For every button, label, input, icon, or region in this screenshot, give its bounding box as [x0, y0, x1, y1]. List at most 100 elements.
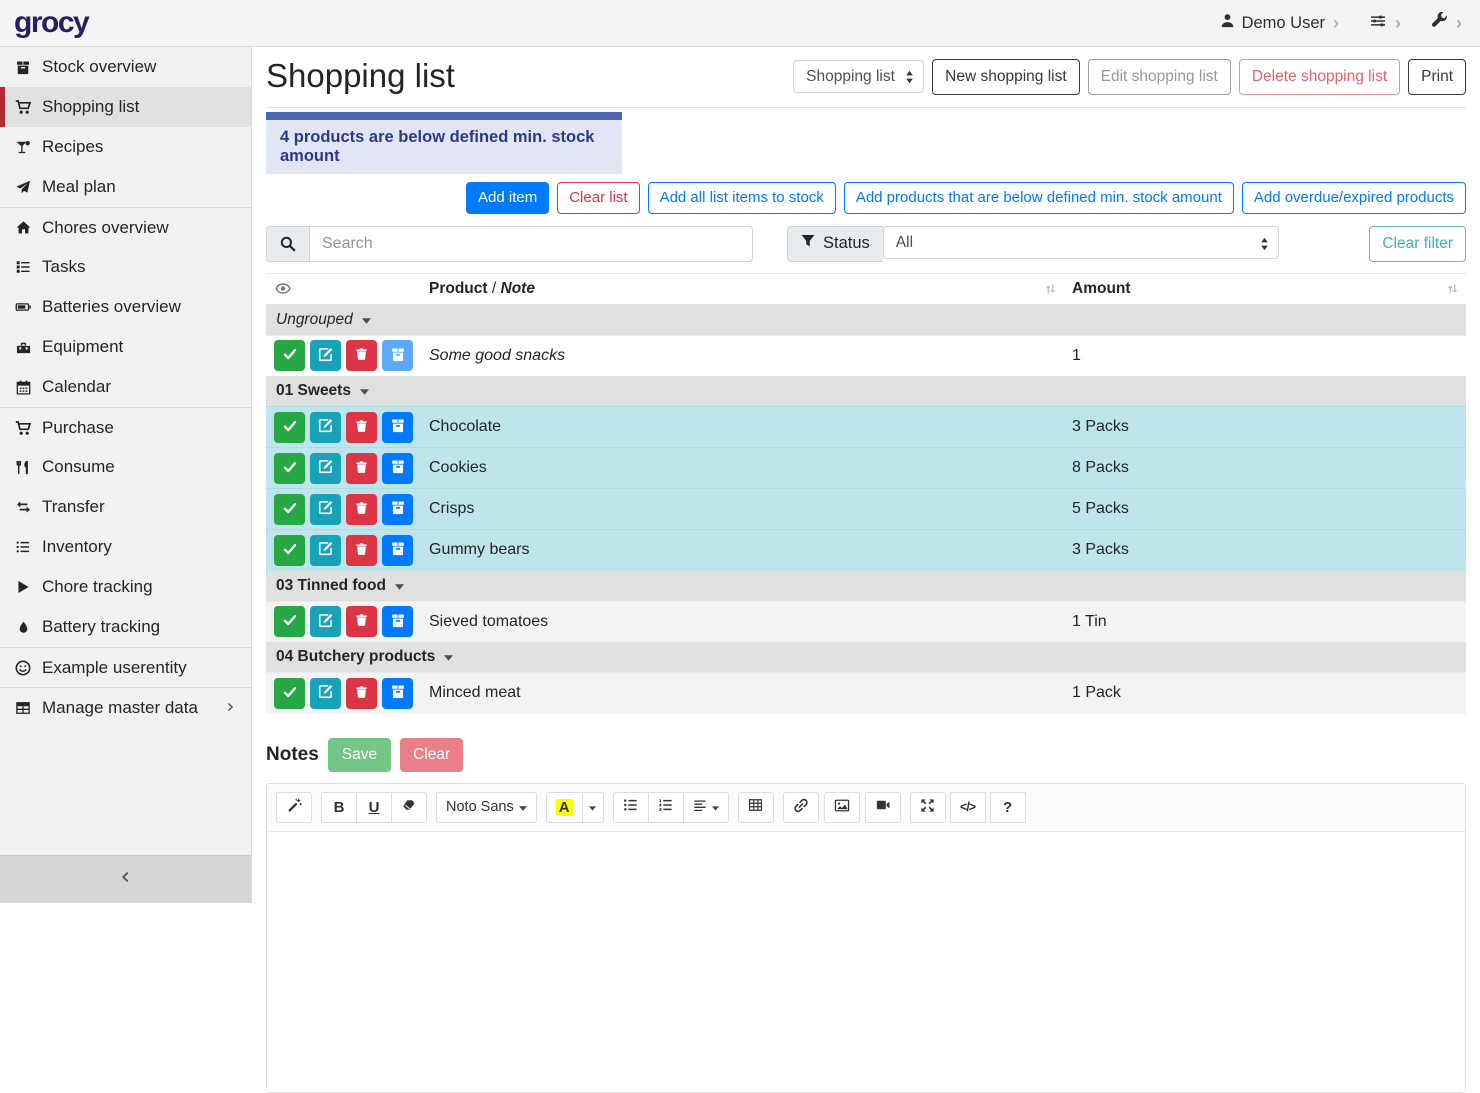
- delete-item-button[interactable]: [346, 606, 377, 637]
- edit-shopping-list-button[interactable]: Edit shopping list: [1088, 59, 1231, 95]
- remove-format-button[interactable]: [391, 792, 427, 823]
- app-logo[interactable]: grocy: [14, 6, 88, 40]
- add-overdue-button[interactable]: Add overdue/expired products: [1242, 182, 1466, 214]
- add-to-stock-button[interactable]: [382, 535, 413, 566]
- settings-menu[interactable]: ›: [1369, 13, 1401, 34]
- sidebar-item-battery-tracking[interactable]: Battery tracking: [0, 607, 251, 647]
- sidebar-item-meal-plan[interactable]: Meal plan: [0, 167, 251, 207]
- sidebar-item-manage-master-data[interactable]: Manage master data: [0, 687, 251, 727]
- notes-editor-content[interactable]: [267, 832, 1465, 1092]
- ordered-list-button[interactable]: [648, 792, 684, 823]
- group-header-ungrouped[interactable]: Ungrouped: [266, 304, 1466, 335]
- edit-item-button[interactable]: [310, 412, 341, 443]
- add-to-stock-button[interactable]: [382, 678, 413, 709]
- sidebar-item-shopping-list[interactable]: Shopping list: [0, 87, 251, 127]
- add-to-stock-button[interactable]: [382, 606, 413, 637]
- sidebar-item-consume[interactable]: Consume: [0, 447, 251, 487]
- amount-value: 3 Packs: [1064, 530, 1466, 571]
- group-header-04-butchery-products[interactable]: 04 Butchery products: [266, 642, 1466, 673]
- sidebar-item-calendar[interactable]: Calendar: [0, 367, 251, 407]
- product-header-label: Product: [429, 280, 488, 297]
- delete-item-button[interactable]: [346, 678, 377, 709]
- mark-done-button[interactable]: [274, 494, 305, 525]
- check-icon: [282, 460, 298, 477]
- insert-link-button[interactable]: [783, 792, 819, 823]
- caret-down-icon: [444, 648, 453, 666]
- sidebar-item-chores-overview[interactable]: Chores overview: [0, 207, 251, 247]
- save-notes-button[interactable]: Save: [328, 738, 391, 772]
- mark-done-button[interactable]: [274, 678, 305, 709]
- mark-done-button[interactable]: [274, 412, 305, 443]
- add-below-min-stock-button[interactable]: Add products that are below defined min.…: [844, 182, 1234, 214]
- trash-icon: [355, 501, 368, 518]
- add-to-stock-button[interactable]: [382, 494, 413, 525]
- edit-item-button[interactable]: [310, 453, 341, 484]
- edit-item-button[interactable]: [310, 678, 341, 709]
- mark-done-button[interactable]: [274, 340, 305, 371]
- underline-button[interactable]: U: [356, 792, 392, 823]
- paragraph-align-button[interactable]: [683, 792, 729, 823]
- sidebar-item-label: Calendar: [42, 377, 111, 397]
- font-family-dropdown[interactable]: Noto Sans: [436, 792, 537, 823]
- unordered-list-button[interactable]: [613, 792, 649, 823]
- edit-item-button[interactable]: [310, 494, 341, 525]
- align-left-icon: [693, 799, 707, 816]
- delete-shopping-list-button[interactable]: Delete shopping list: [1239, 59, 1400, 95]
- sidebar-item-tasks[interactable]: Tasks: [0, 247, 251, 287]
- sidebar-item-example-userentity[interactable]: Example userentity: [0, 647, 251, 687]
- sidebar-item-inventory[interactable]: Inventory: [0, 527, 251, 567]
- search-input[interactable]: [309, 226, 753, 262]
- mark-done-button[interactable]: [274, 535, 305, 566]
- sidebar-item-transfer[interactable]: Transfer: [0, 487, 251, 527]
- status-filter-select[interactable]: All: [883, 226, 1279, 259]
- sidebar-item-recipes[interactable]: Recipes: [0, 127, 251, 167]
- edit-item-button[interactable]: [310, 535, 341, 566]
- mark-done-button[interactable]: [274, 453, 305, 484]
- sidebar-collapse-button[interactable]: [0, 855, 251, 903]
- sidebar-item-label: Transfer: [42, 497, 105, 517]
- group-header-01-sweets[interactable]: 01 Sweets: [266, 376, 1466, 407]
- help-button[interactable]: ?: [990, 792, 1026, 823]
- font-color-caret-button[interactable]: [582, 792, 604, 823]
- font-color-button[interactable]: A: [546, 792, 583, 823]
- group-header-03-tinned-food[interactable]: 03 Tinned food: [266, 571, 1466, 602]
- delete-item-button[interactable]: [346, 340, 377, 371]
- user-menu[interactable]: Demo User ›: [1220, 13, 1339, 33]
- mark-done-button[interactable]: [274, 606, 305, 637]
- product-column-header[interactable]: Product / Note: [421, 273, 1064, 304]
- print-button[interactable]: Print: [1408, 59, 1466, 95]
- sidebar-item-batteries-overview[interactable]: Batteries overview: [0, 287, 251, 327]
- amount-column-header[interactable]: Amount: [1064, 273, 1466, 304]
- new-shopping-list-button[interactable]: New shopping list: [932, 59, 1079, 95]
- clear-notes-button[interactable]: Clear: [400, 738, 463, 772]
- insert-video-button[interactable]: [865, 792, 901, 823]
- fullscreen-button[interactable]: [910, 792, 946, 823]
- add-item-button[interactable]: Add item: [466, 182, 549, 214]
- caret-down-icon: [712, 799, 719, 815]
- add-to-stock-button[interactable]: [382, 412, 413, 443]
- clear-filter-button[interactable]: Clear filter: [1369, 226, 1466, 262]
- check-icon: [282, 613, 298, 630]
- bold-button[interactable]: B: [321, 792, 357, 823]
- sidebar-item-label: Chores overview: [42, 218, 169, 238]
- insert-table-button[interactable]: [738, 792, 774, 823]
- code-view-button[interactable]: </>: [950, 792, 986, 823]
- sidebar-item-equipment[interactable]: Equipment: [0, 327, 251, 367]
- sidebar-item-stock-overview[interactable]: Stock overview: [0, 47, 251, 87]
- add-all-to-stock-button[interactable]: Add all list items to stock: [648, 182, 836, 214]
- delete-item-button[interactable]: [346, 535, 377, 566]
- sidebar-item-purchase[interactable]: Purchase: [0, 407, 251, 447]
- sidebar-item-chore-tracking[interactable]: Chore tracking: [0, 567, 251, 607]
- insert-picture-button[interactable]: [824, 792, 860, 823]
- delete-item-button[interactable]: [346, 494, 377, 525]
- delete-item-button[interactable]: [346, 453, 377, 484]
- clear-list-button[interactable]: Clear list: [557, 182, 639, 214]
- delete-item-button[interactable]: [346, 412, 377, 443]
- magic-style-button[interactable]: [276, 792, 312, 823]
- add-to-stock-button[interactable]: [382, 340, 413, 371]
- admin-menu[interactable]: ›: [1431, 12, 1462, 34]
- edit-item-button[interactable]: [310, 340, 341, 371]
- shopping-list-selector[interactable]: Shopping list: [793, 60, 924, 93]
- edit-item-button[interactable]: [310, 606, 341, 637]
- add-to-stock-button[interactable]: [382, 453, 413, 484]
